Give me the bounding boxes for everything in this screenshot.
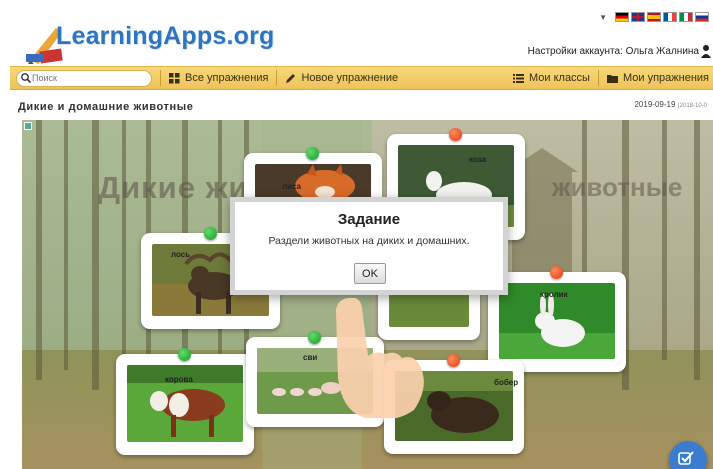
ok-button[interactable]: OK [354, 263, 386, 284]
my-exercises-label: Мои упражнения [622, 72, 709, 84]
my-classes-label: Мои классы [528, 72, 590, 84]
app-stage[interactable]: Дикие живо животные лиса коза лось кроли… [22, 120, 713, 469]
animal-label: корова [165, 375, 193, 384]
learningapps-logo[interactable]: LearningApps.org [20, 12, 274, 68]
task-dialog: Задание Раздели животных на диких и дома… [230, 197, 508, 295]
pin-icon [306, 147, 319, 160]
date-secondary: (2018-10-0 [677, 103, 707, 109]
grid-icon [169, 72, 180, 83]
fr-flag-icon[interactable] [663, 12, 677, 22]
dialog-title: Задание [337, 211, 401, 228]
pin-icon [308, 331, 321, 344]
animal-card-rabbit[interactable]: кролик [488, 266, 626, 372]
language-selector[interactable]: ▼ [599, 12, 709, 22]
list-icon [512, 73, 524, 83]
animal-card-cow[interactable]: корова [116, 348, 254, 455]
uk-flag-icon[interactable] [631, 12, 645, 22]
animal-label: лиса [282, 182, 301, 191]
fullscreen-icon[interactable] [24, 122, 32, 130]
date-value: 2019-09-19 [634, 100, 676, 109]
folder-icon [606, 74, 618, 83]
checkbox-icon [678, 451, 694, 465]
all-exercises-link[interactable]: Все упражнения [161, 66, 276, 90]
de-flag-icon[interactable] [615, 12, 629, 22]
new-exercise-label: Новое упражнение [301, 72, 399, 84]
animal-label: сви [303, 353, 318, 362]
dialog-text: Раздели животных на диких и домашних. [268, 235, 470, 247]
my-exercises-link[interactable]: Мои упражнения [599, 66, 713, 90]
es-flag-icon[interactable] [647, 12, 661, 22]
pointing-hand-icon [336, 298, 424, 418]
pin-icon [204, 227, 217, 240]
user-icon[interactable] [701, 44, 711, 58]
search-box[interactable] [16, 69, 152, 87]
animal-label: кролик [540, 290, 568, 299]
all-exercises-label: Все упражнения [185, 72, 269, 84]
pin-icon [178, 348, 191, 361]
page-date: 2019-09-19 (2018-10-0 [634, 100, 707, 109]
pin-icon [447, 354, 460, 367]
new-exercise-link[interactable]: Новое упражнение [277, 66, 406, 90]
ru-flag-icon[interactable] [695, 12, 709, 22]
it-flag-icon[interactable] [679, 12, 693, 22]
account-settings-link[interactable]: Настройки аккаунта: Ольга Жалнина [528, 46, 699, 57]
logo-text: LearningApps.org [56, 22, 275, 50]
pin-icon [550, 266, 563, 279]
pencil-icon [286, 73, 296, 83]
animal-label: бобер [494, 378, 519, 387]
pin-icon [449, 128, 462, 141]
learningapps-page: LearningApps.org ▼ Настройки аккаунта: О… [0, 0, 713, 469]
animal-label: лось [171, 250, 191, 259]
dropdown-caret-icon[interactable]: ▼ [599, 13, 607, 22]
animal-label: коза [469, 155, 486, 164]
search-input[interactable] [32, 73, 142, 83]
my-classes-link[interactable]: Мои классы [505, 66, 598, 90]
background-title-right: животные [552, 172, 683, 202]
main-toolbar: Все упражнения Новое упражнение Мои клас… [10, 66, 713, 90]
page-title: Дикие и домашние животные [18, 101, 194, 113]
search-icon [21, 73, 32, 84]
